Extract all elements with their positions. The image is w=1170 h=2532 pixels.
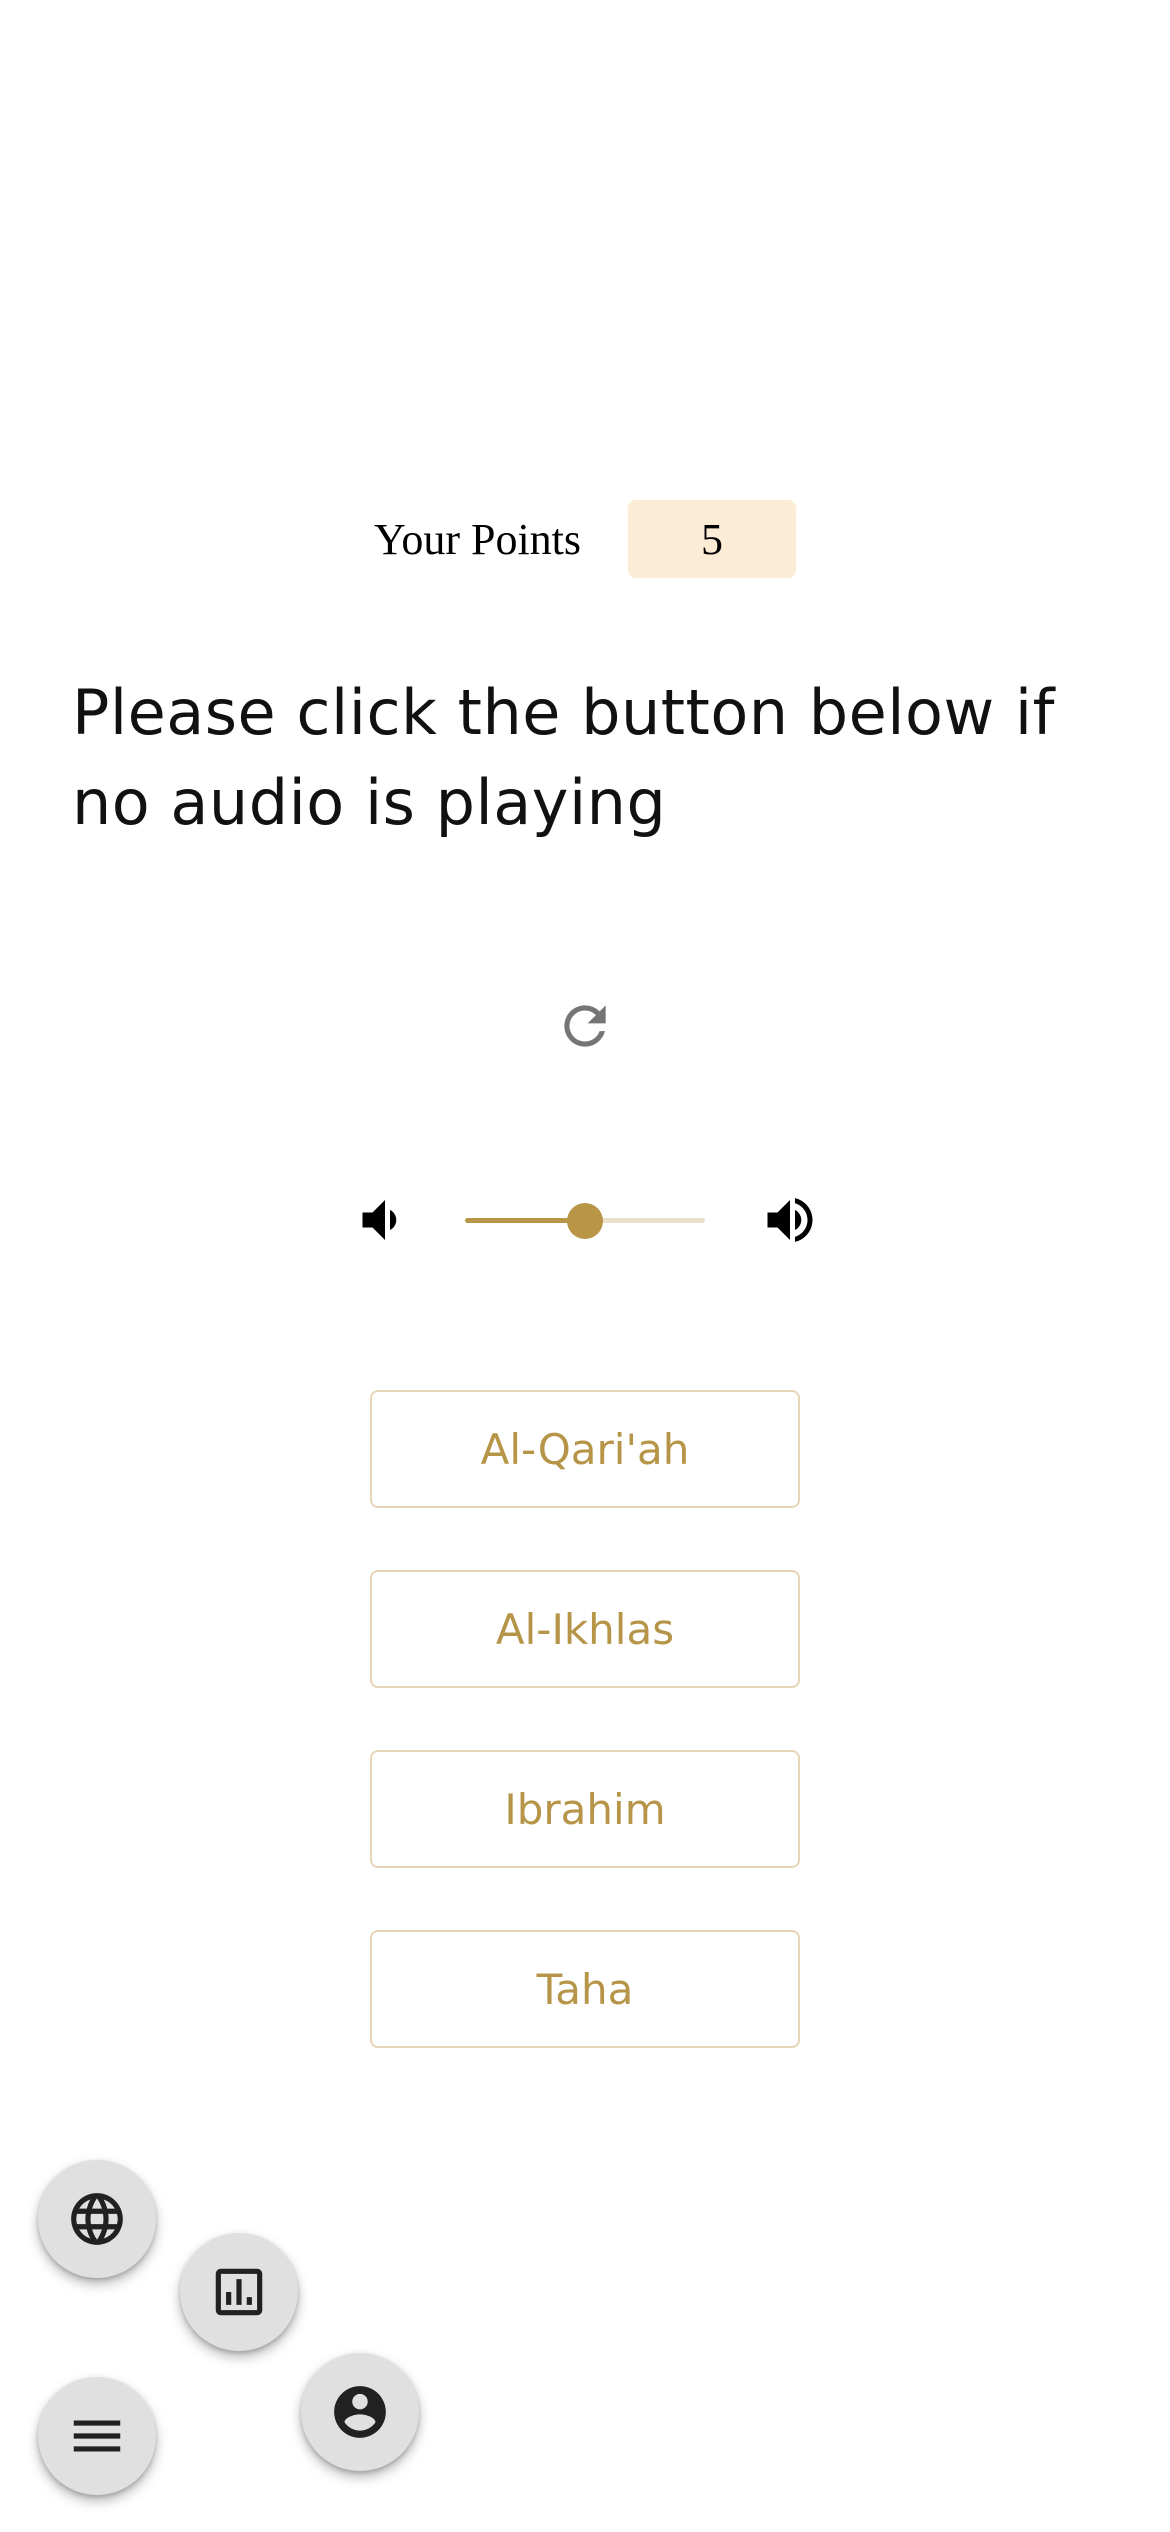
answer-choice-button[interactable]: Taha (370, 1930, 800, 2048)
volume-down-icon[interactable] (350, 1190, 410, 1250)
audio-instruction-text: Please click the button below if no audi… (72, 676, 1055, 839)
points-row: Your Points 5 (0, 500, 1170, 578)
profile-button[interactable] (301, 2353, 419, 2471)
answer-choices: Al-Qari'ah Al-Ikhlas Ibrahim Taha (370, 1390, 800, 2110)
volume-slider-thumb[interactable] (567, 1203, 603, 1239)
globe-icon (71, 2193, 123, 2245)
volume-slider[interactable] (465, 1200, 705, 1240)
volume-control (350, 1180, 830, 1260)
replay-icon (564, 1005, 606, 1047)
answer-choice-button[interactable]: Al-Qari'ah (370, 1390, 800, 1508)
stats-button[interactable] (180, 2233, 298, 2351)
points-label: Your Points (373, 514, 582, 564)
points-value-badge: 5 (628, 500, 797, 578)
answer-choice-button[interactable]: Al-Ikhlas (370, 1570, 800, 1688)
hamburger-menu-icon (73, 2420, 121, 2452)
language-button[interactable] (38, 2160, 156, 2278)
volume-up-icon[interactable] (760, 1190, 820, 1250)
account-circle-icon (334, 2386, 386, 2438)
replay-audio-button[interactable] (547, 988, 623, 1064)
answer-choice-button[interactable]: Ibrahim (370, 1750, 800, 1868)
bar-chart-icon (215, 2268, 263, 2316)
menu-button[interactable] (38, 2377, 156, 2495)
